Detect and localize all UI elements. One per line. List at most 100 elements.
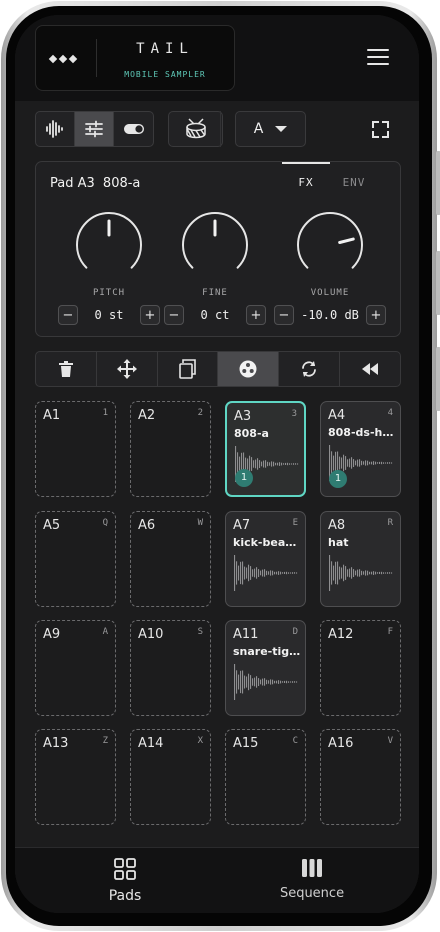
loop-button[interactable] [279,352,341,386]
fine-knob[interactable] [180,210,250,280]
fullscreen-icon[interactable] [372,121,389,138]
fine-decrement-button[interactable]: − [164,305,184,325]
pad-a1[interactable]: A1 1 [35,401,116,497]
pad-waveform-icon [234,664,298,700]
pad-a5[interactable]: A5 Q [35,511,116,607]
move-icon [116,359,137,379]
pad-id: A2 [138,408,156,423]
move-button[interactable] [97,352,158,386]
pitch-value: 0 st [94,308,124,322]
mode-sliders-button[interactable] [75,112,114,146]
pad-a14[interactable]: A14 X [130,729,211,825]
pitch-label: PITCH [92,288,126,298]
pitch-control: PITCH − 0 st + [54,210,164,325]
rewind-button[interactable] [340,352,400,386]
loop-icon [302,361,317,377]
kit-button[interactable] [168,111,223,147]
pad-a10[interactable]: A10 S [130,620,211,716]
pitch-stepper: − 0 st + [54,305,164,325]
pad-sample-name: 808-ds-hi... [328,426,396,439]
pad-key-hint: 3 [291,409,297,419]
nav-pads-label: Pads [108,888,142,904]
mode-toolbar [35,111,223,147]
side-button-middle [436,251,440,315]
hamburger-menu-icon[interactable] [367,49,389,67]
screen: TAIL MOBILE SAMPLER A Pad A3 808-a FX EN… [15,15,419,913]
pad-id: A13 [43,736,69,751]
app-subtitle: MOBILE SAMPLER [124,70,206,79]
pad-a2[interactable]: A2 2 [130,401,211,497]
tab-fx[interactable]: FX [282,162,330,200]
pad-count-badge: 1 [329,470,347,488]
rewind-icon [362,363,379,375]
drum-icon [185,118,206,139]
fine-label: FINE [202,288,228,298]
copy-button[interactable] [158,352,219,386]
pad-a11[interactable]: A11 Dsnare-tight [225,620,306,716]
mode-toggle-button[interactable] [114,112,153,146]
pad-a8[interactable]: A8 Rhat [320,511,401,607]
mode-segmented-control [35,111,154,147]
pitch-decrement-button[interactable]: − [58,305,78,325]
pad-a7[interactable]: A7 Ekick-beater [225,511,306,607]
fine-increment-button[interactable]: + [246,305,266,325]
caret-down-icon [275,126,288,132]
pad-key-hint: S [197,627,203,637]
pad-a4[interactable]: A4 4 808-ds-hi... 1 [320,401,401,497]
pad-key-hint: F [387,627,393,637]
pad-key-hint: V [387,736,393,746]
pad-a15[interactable]: A15 C [225,729,306,825]
bars-icon [302,859,322,877]
pad-key-hint: R [387,518,393,528]
pad-waveform-icon [329,555,393,591]
pad-sample-name: snare-tight [233,645,301,658]
pad-id: A12 [328,627,354,642]
nav-sequence[interactable]: Sequence [242,858,382,901]
pad-a16[interactable]: A16 V [320,729,401,825]
pitch-knob[interactable] [74,210,144,280]
pitch-increment-button[interactable]: + [140,305,160,325]
pad-sample-name: hat [328,536,349,549]
copy-icon [178,359,196,379]
pad-key-hint: D [292,627,298,637]
pad-key-hint: 2 [197,408,203,418]
nav-pads[interactable]: Pads [55,858,195,904]
panel-title: Pad A3 808-a [50,176,140,191]
pad-id: A11 [233,627,259,642]
toggle-icon [123,124,144,134]
pad-id: A10 [138,627,164,642]
pad-a3[interactable]: A3 3 808-a 1 [225,401,306,497]
resample-button[interactable] [218,352,280,386]
nav-sequence-label: Sequence [279,886,345,901]
tab-env[interactable]: ENV [330,162,378,200]
pad-key-hint: A [102,627,108,637]
panel-pad-label: Pad A3 [50,176,95,191]
pad-id: A8 [328,518,346,533]
trash-icon [58,361,73,377]
pad-sample-name: kick-beater [233,536,301,549]
volume-control: VOLUME − -10.0 dB + [270,210,390,325]
pad-a12[interactable]: A12 F [320,620,401,716]
volume-increment-button[interactable]: + [366,305,386,325]
side-button-top [436,151,440,215]
side-button-bottom [436,347,440,411]
fine-stepper: − 0 ct + [160,305,270,325]
app-logo: TAIL MOBILE SAMPLER [35,25,235,91]
pad-key-hint: E [292,518,298,528]
bank-select[interactable]: A [235,111,306,147]
volume-value: -10.0 dB [301,308,359,322]
pad-key-hint: 1 [102,408,108,418]
pad-a13[interactable]: A13 Z [35,729,116,825]
pad-a9[interactable]: A9 A [35,620,116,716]
volume-decrement-button[interactable]: − [274,305,294,325]
pad-id: A14 [138,736,164,751]
mode-waveform-button[interactable] [36,112,75,146]
pad-id: A5 [43,518,61,533]
pad-key-hint: W [197,518,203,528]
pad-a6[interactable]: A6 W [130,511,211,607]
sample-panel: Pad A3 808-a FX ENV PITCH − 0 st + FINE … [35,161,401,337]
pad-sample-name: 808-a [234,427,269,440]
pad-id: A1 [43,408,61,423]
volume-knob[interactable] [295,210,365,280]
delete-button[interactable] [36,352,97,386]
